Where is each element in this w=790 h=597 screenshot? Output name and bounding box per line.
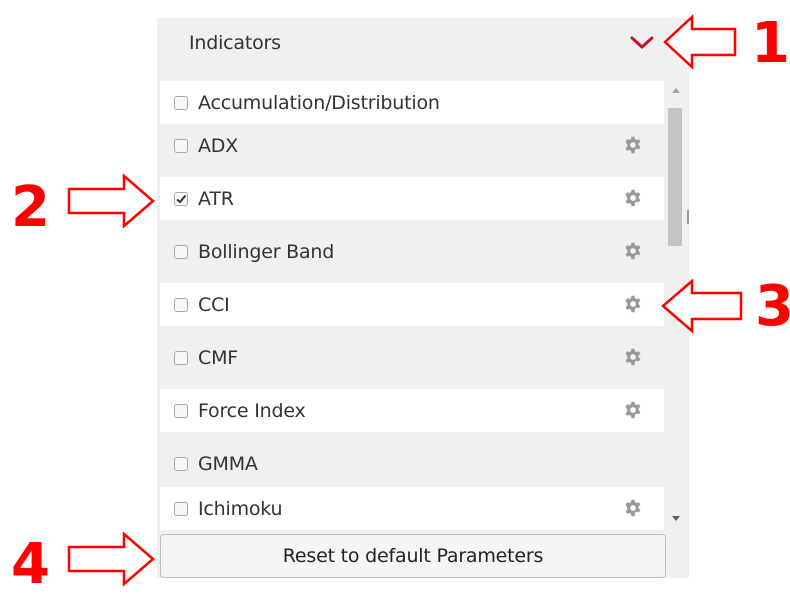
indicator-label: Bollinger Band bbox=[198, 240, 335, 263]
chevron-down-icon[interactable] bbox=[630, 36, 654, 50]
checkbox-checked[interactable] bbox=[174, 191, 188, 206]
indicator-label: CMF bbox=[198, 346, 238, 369]
checkbox[interactable] bbox=[174, 95, 188, 110]
indicator-label: GMMA bbox=[198, 452, 258, 475]
gear-icon[interactable] bbox=[624, 401, 642, 419]
panel-title: Indicators bbox=[189, 32, 281, 54]
checkbox[interactable] bbox=[174, 297, 188, 312]
gear-icon[interactable] bbox=[624, 499, 642, 517]
list-item[interactable]: Ichimoku bbox=[160, 487, 664, 530]
list-item[interactable]: ATR bbox=[160, 177, 664, 220]
indicator-label: ADX bbox=[198, 134, 239, 157]
list-item[interactable]: GMMA bbox=[160, 442, 664, 485]
indicator-label: ATR bbox=[198, 187, 234, 210]
scrollbar-thumb[interactable] bbox=[668, 108, 682, 246]
panel-resize-handle[interactable] bbox=[687, 210, 689, 224]
checkbox[interactable] bbox=[174, 403, 188, 418]
list-item[interactable]: Force Index bbox=[160, 389, 664, 432]
gear-icon[interactable] bbox=[624, 189, 642, 207]
checkmark-icon bbox=[176, 194, 187, 203]
list-item[interactable]: CMF bbox=[160, 336, 664, 379]
list-item[interactable]: CCI bbox=[160, 283, 664, 326]
gear-icon[interactable] bbox=[624, 242, 642, 260]
checkbox[interactable] bbox=[174, 456, 188, 471]
gear-icon[interactable] bbox=[624, 136, 642, 154]
gear-icon[interactable] bbox=[624, 348, 642, 366]
callout-arrow-left-icon bbox=[663, 14, 737, 70]
reset-parameters-button[interactable]: Reset to default Parameters bbox=[160, 534, 666, 578]
checkbox[interactable] bbox=[174, 501, 188, 516]
gear-icon[interactable] bbox=[624, 295, 642, 313]
indicator-label: Ichimoku bbox=[198, 497, 283, 520]
callout-number-1: 1 bbox=[751, 11, 790, 76]
list-item[interactable]: Accumulation/Distribution bbox=[160, 81, 664, 124]
checkbox[interactable] bbox=[174, 350, 188, 365]
indicator-label: Accumulation/Distribution bbox=[198, 91, 440, 114]
checkbox[interactable] bbox=[174, 244, 188, 259]
checkbox[interactable] bbox=[174, 138, 188, 153]
scroll-up-arrow-icon[interactable] bbox=[672, 88, 680, 93]
indicator-label: CCI bbox=[198, 293, 230, 316]
callout-arrow-right-icon bbox=[67, 173, 155, 229]
callout-number-2: 2 bbox=[11, 175, 50, 240]
callout-arrow-right-icon bbox=[67, 531, 155, 587]
callout-number-4: 4 bbox=[11, 532, 50, 597]
indicator-list: Accumulation/Distribution ADX ATR Bollin… bbox=[160, 76, 664, 532]
callout-number-3: 3 bbox=[755, 274, 790, 339]
scroll-down-arrow-icon[interactable] bbox=[672, 516, 680, 521]
list-item[interactable]: Bollinger Band bbox=[160, 230, 664, 273]
callout-arrow-left-icon bbox=[661, 278, 743, 334]
indicator-label: Force Index bbox=[198, 399, 306, 422]
list-item[interactable]: ADX bbox=[160, 124, 664, 167]
